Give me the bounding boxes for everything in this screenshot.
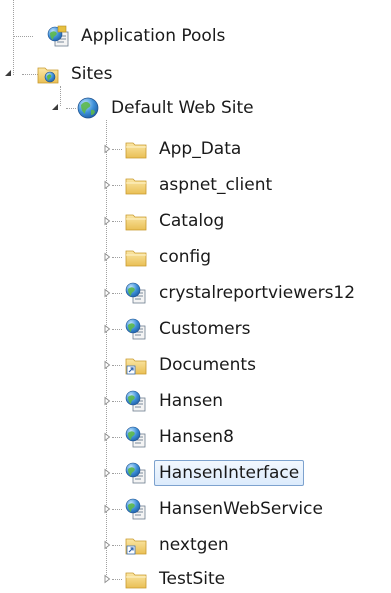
tree-item-label: Sites: [71, 64, 113, 84]
web-application-icon: [124, 497, 148, 521]
tree-item-label: TestSite: [159, 569, 226, 589]
tree-item-crystalreportviewers12[interactable]: crystalreportviewers12: [124, 279, 360, 307]
tree-connector: [13, 0, 14, 75]
tree-item-config[interactable]: config: [124, 243, 216, 271]
web-application-icon: [124, 389, 148, 413]
expand-arrow-icon[interactable]: [102, 540, 112, 550]
tree-item-label: Application Pools: [81, 26, 226, 46]
tree-item-customers[interactable]: Customers: [124, 315, 255, 343]
tree-item-label: Catalog: [159, 211, 225, 231]
expand-arrow-icon[interactable]: [102, 180, 112, 190]
web-application-icon: [124, 461, 148, 485]
web-application-icon: [124, 281, 148, 305]
folder-icon: [124, 209, 148, 233]
expand-arrow-icon[interactable]: [102, 468, 112, 478]
tree-item-label: Documents: [159, 355, 256, 375]
tree-item-label: aspnet_client: [159, 175, 273, 195]
tree-connector: [112, 473, 122, 474]
tree-item-label: Customers: [159, 319, 251, 339]
tree-item-application-pools[interactable]: Application Pools: [46, 22, 230, 50]
tree-item-label: App_Data: [159, 139, 242, 159]
tree-connector: [112, 329, 122, 330]
tree-connector: [112, 185, 122, 186]
expand-arrow-icon[interactable]: [102, 504, 112, 514]
expand-arrow-icon[interactable]: [102, 396, 112, 406]
tree-item-label: Hansen8: [159, 427, 234, 447]
folder-icon: [124, 245, 148, 269]
folder-icon: [124, 173, 148, 197]
collapse-arrow-icon[interactable]: [3, 68, 13, 78]
tree-item-aspnet-client[interactable]: aspnet_client: [124, 171, 277, 199]
expand-arrow-icon[interactable]: [102, 288, 112, 298]
tree-item-hansenwebservice[interactable]: HansenWebService: [124, 495, 328, 523]
folder-icon: [124, 567, 148, 591]
tree-connector: [112, 509, 122, 510]
tree-item-label: config: [159, 247, 212, 267]
tree-item-hansen[interactable]: Hansen: [124, 387, 228, 415]
tree-item-label: nextgen: [159, 535, 229, 555]
expand-arrow-icon[interactable]: [102, 432, 112, 442]
expand-arrow-icon[interactable]: [102, 216, 112, 226]
app-pool-icon: [46, 24, 70, 48]
iis-connections-tree: Application Pools Sites Default Web Site…: [0, 0, 391, 589]
tree-connector: [112, 257, 122, 258]
tree-connector: [112, 293, 122, 294]
virtual-directory-icon: [124, 353, 148, 377]
tree-item-app-data[interactable]: App_Data: [124, 135, 246, 163]
globe-site-icon: [76, 96, 100, 120]
expand-arrow-icon[interactable]: [102, 360, 112, 370]
expand-arrow-icon[interactable]: [102, 144, 112, 154]
virtual-directory-icon: [124, 533, 148, 557]
web-application-icon: [124, 317, 148, 341]
expand-arrow-icon[interactable]: [102, 252, 112, 262]
sites-folder-icon: [36, 62, 60, 86]
tree-item-documents[interactable]: Documents: [124, 351, 261, 379]
tree-connector: [112, 365, 122, 366]
tree-connector: [112, 579, 122, 580]
tree-item-nextgen[interactable]: nextgen: [124, 531, 234, 559]
tree-item-label: Default Web Site: [111, 98, 254, 118]
web-application-icon: [124, 425, 148, 449]
collapse-arrow-icon[interactable]: [50, 102, 60, 112]
expand-arrow-icon[interactable]: [102, 324, 112, 334]
tree-item-label: Hansen: [159, 391, 224, 411]
tree-item-hansen8[interactable]: Hansen8: [124, 423, 239, 451]
tree-connector: [66, 108, 76, 109]
tree-item-catalog[interactable]: Catalog: [124, 207, 229, 235]
tree-item-default-web-site[interactable]: Default Web Site: [76, 94, 259, 122]
tree-item-label: HansenWebService: [159, 499, 323, 519]
tree-connector: [112, 401, 122, 402]
tree-connector: [13, 36, 33, 37]
folder-icon: [124, 137, 148, 161]
tree-connector: [112, 149, 122, 150]
tree-connector: [112, 437, 122, 438]
tree-item-sites[interactable]: Sites: [36, 60, 118, 88]
tree-connector: [60, 86, 61, 106]
tree-connector: [112, 545, 122, 546]
tree-connector: [112, 221, 122, 222]
tree-item-testsite[interactable]: TestSite: [124, 565, 230, 593]
tree-item-hanseninterface[interactable]: HansenInterface: [124, 459, 305, 487]
tree-item-label: HansenInterface: [154, 460, 305, 486]
expand-arrow-icon[interactable]: [102, 574, 112, 584]
tree-item-label: crystalreportviewers12: [159, 283, 356, 303]
